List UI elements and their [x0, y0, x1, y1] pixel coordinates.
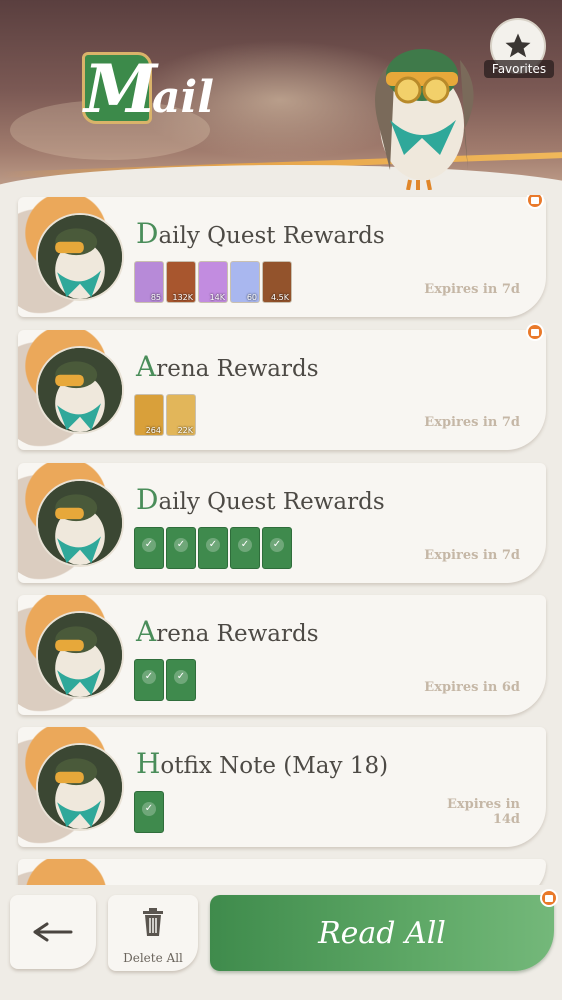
owl-mascot-icon — [375, 49, 474, 190]
potion-icon[interactable]: 85 — [134, 261, 164, 303]
claimed-reward[interactable]: ✓ — [134, 527, 164, 569]
claimed-reward[interactable]: ✓ — [134, 659, 164, 701]
bottom-bar: Delete All Read All — [0, 885, 562, 1000]
claimed-reward[interactable]: ✓ — [230, 527, 260, 569]
check-icon: ✓ — [174, 538, 188, 552]
check-icon: ✓ — [142, 538, 156, 552]
reward-list: 264 22K — [134, 394, 196, 436]
claimed-reward[interactable]: ✓ — [198, 527, 228, 569]
favorites-label: Favorites — [484, 60, 554, 78]
delete-all-label: Delete All — [123, 951, 183, 965]
reward-qty: 264 — [145, 426, 161, 435]
mail-title: Hotfix Note (May 18) — [136, 747, 389, 780]
claimed-reward[interactable]: ✓ — [134, 791, 164, 833]
star-crystal-icon[interactable]: 60 — [230, 261, 260, 303]
gold-coins-icon[interactable]: 22K — [166, 394, 196, 436]
mail-item[interactable]: Arena Rewards ✓ ✓ Expires in 6d — [18, 595, 546, 715]
expiry-text: Expires in 7d — [424, 282, 520, 297]
owl-avatar-icon — [36, 743, 124, 831]
medal-icon[interactable]: 264 — [134, 394, 164, 436]
page-title-rest: ail — [152, 72, 214, 123]
check-icon: ✓ — [238, 538, 252, 552]
header-banner: M ail Favorites — [0, 0, 562, 200]
claimed-reward[interactable]: ✓ — [166, 659, 196, 701]
expiry-text: Expires in 14d — [446, 797, 520, 827]
reward-list: ✓ — [134, 791, 164, 833]
reward-list: ✓ ✓ — [134, 659, 196, 701]
owl-avatar-icon — [36, 213, 124, 301]
reward-qty: 22K — [177, 426, 193, 435]
check-icon: ✓ — [174, 670, 188, 684]
gift-badge-icon — [540, 889, 558, 907]
mail-item[interactable]: Hotfix Note (May 18) ✓ Expires in 14d — [18, 727, 546, 847]
claimed-reward[interactable]: ✓ — [262, 527, 292, 569]
back-arrow-icon — [33, 922, 73, 942]
delete-all-button[interactable]: Delete All — [108, 895, 198, 971]
read-all-label: Read All — [318, 915, 446, 951]
reward-qty: 132K — [172, 293, 193, 302]
mail-title: Daily Quest Rewards — [136, 217, 385, 250]
owl-avatar-icon — [36, 611, 124, 699]
mail-title: Daily Quest Rewards — [136, 483, 385, 516]
reward-list: ✓ ✓ ✓ ✓ ✓ — [134, 527, 292, 569]
reward-qty: 85 — [150, 293, 161, 302]
owl-avatar-icon — [36, 346, 124, 434]
book-icon[interactable]: 4.5K — [262, 261, 292, 303]
book-icon[interactable]: 132K — [166, 261, 196, 303]
mail-list[interactable]: Daily Quest Rewards 85 132K 14K 60 4.5K … — [0, 195, 562, 885]
check-icon: ✓ — [206, 538, 220, 552]
gift-badge-icon — [526, 323, 544, 341]
reward-list: 85 132K 14K 60 4.5K — [134, 261, 292, 303]
reward-qty: 4.5K — [271, 293, 289, 302]
read-all-button[interactable]: Read All — [210, 895, 554, 971]
mail-item[interactable]: Daily Quest Rewards ✓ ✓ ✓ ✓ ✓ Expires in… — [18, 463, 546, 583]
mail-title: Arena Rewards — [136, 350, 319, 383]
back-button[interactable] — [10, 895, 96, 969]
page-title-initial: M — [84, 50, 158, 128]
reward-qty: 60 — [246, 293, 257, 302]
expiry-text: Expires in 6d — [424, 680, 520, 695]
check-icon: ✓ — [142, 802, 156, 816]
mail-item[interactable]: Daily Quest Rewards 85 132K 14K 60 4.5K … — [18, 197, 546, 317]
claimed-reward[interactable]: ✓ — [166, 527, 196, 569]
check-icon: ✓ — [270, 538, 284, 552]
expiry-text: Expires in 7d — [424, 548, 520, 563]
mail-title: Arena Rewards — [136, 615, 319, 648]
mail-item[interactable] — [18, 859, 546, 885]
star-icon — [505, 33, 531, 58]
mail-item[interactable]: Arena Rewards 264 22K Expires in 7d — [18, 330, 546, 450]
owl-avatar-icon — [36, 479, 124, 567]
expiry-text: Expires in 7d — [424, 415, 520, 430]
trash-icon — [143, 908, 163, 936]
reward-qty: 14K — [209, 293, 225, 302]
check-icon: ✓ — [142, 670, 156, 684]
potion-icon[interactable]: 14K — [198, 261, 228, 303]
card-decoration — [18, 859, 118, 885]
